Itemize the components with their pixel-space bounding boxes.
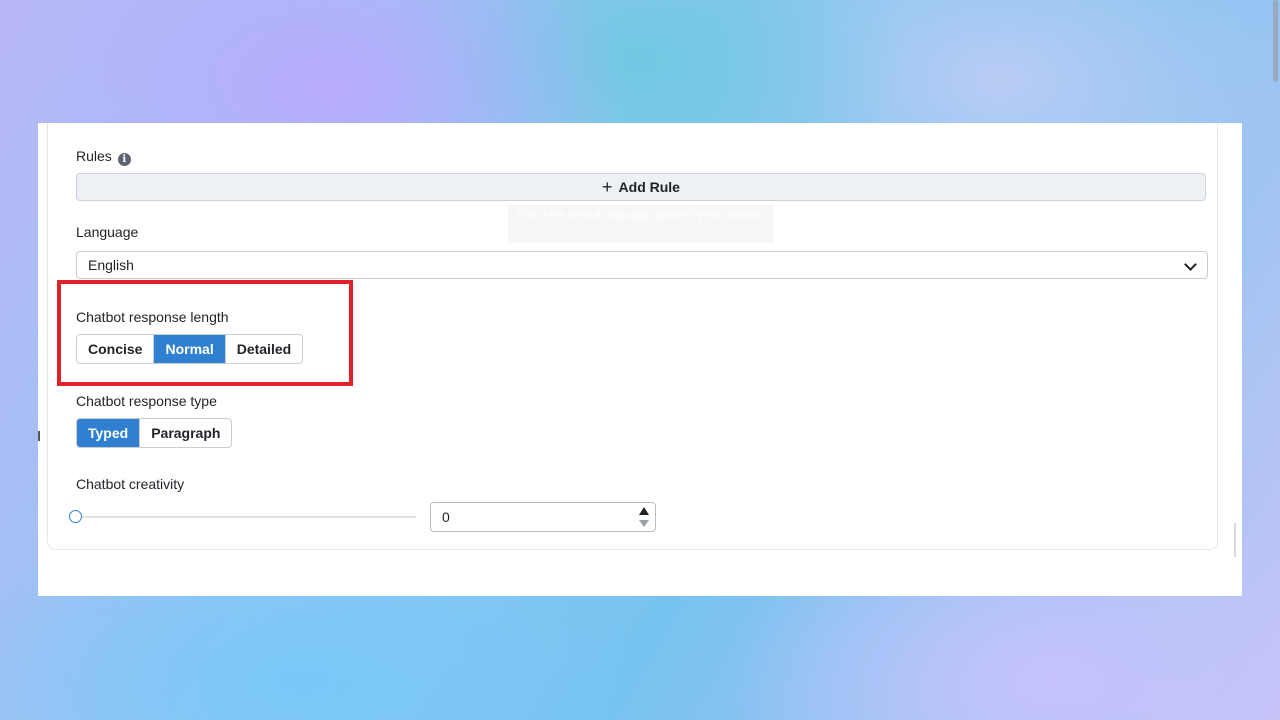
response-type-label: Chatbot response type (76, 393, 217, 409)
info-icon[interactable]: i (117, 153, 131, 166)
chevron-down-icon (1184, 258, 1197, 271)
add-rule-button[interactable]: + Add Rule (76, 173, 1206, 201)
plus-icon: + (602, 177, 613, 197)
edge-marker (38, 431, 40, 441)
stepper-up-icon[interactable] (639, 507, 649, 515)
response-length-concise-button[interactable]: Concise (77, 335, 155, 363)
creativity-slider-track[interactable] (76, 516, 416, 518)
response-length-detailed-button[interactable]: Detailed (226, 335, 302, 363)
language-select[interactable]: English (76, 251, 1208, 279)
inner-scrollbar[interactable] (1234, 523, 1236, 557)
response-type-typed-button[interactable]: Typed (77, 419, 141, 447)
settings-window: Rules i + Add Rule This is the default la… (38, 123, 1242, 596)
language-selected-value: English (88, 257, 134, 273)
response-length-label: Chatbot response length (76, 309, 229, 325)
settings-card: Rules i + Add Rule This is the default la… (47, 123, 1218, 550)
language-tooltip: This is the default language spoken by t… (508, 205, 774, 243)
page-scrollbar[interactable] (1273, 0, 1278, 82)
response-type-toggle: Typed Paragraph (76, 418, 233, 448)
creativity-value: 0 (442, 509, 450, 525)
creativity-number-input[interactable]: 0 (430, 502, 656, 532)
add-rule-label: Add Rule (618, 179, 680, 195)
stepper-down-icon[interactable] (639, 520, 649, 527)
number-stepper[interactable] (636, 505, 652, 529)
rules-label: Rules (76, 148, 112, 164)
response-type-paragraph-button[interactable]: Paragraph (140, 419, 231, 447)
response-length-normal-button[interactable]: Normal (154, 335, 226, 363)
creativity-label: Chatbot creativity (76, 476, 185, 492)
rules-label-row: Rules i (76, 148, 131, 166)
language-label: Language (76, 224, 139, 240)
response-length-toggle: Concise Normal Detailed (76, 334, 304, 364)
creativity-slider-thumb[interactable] (69, 510, 82, 523)
